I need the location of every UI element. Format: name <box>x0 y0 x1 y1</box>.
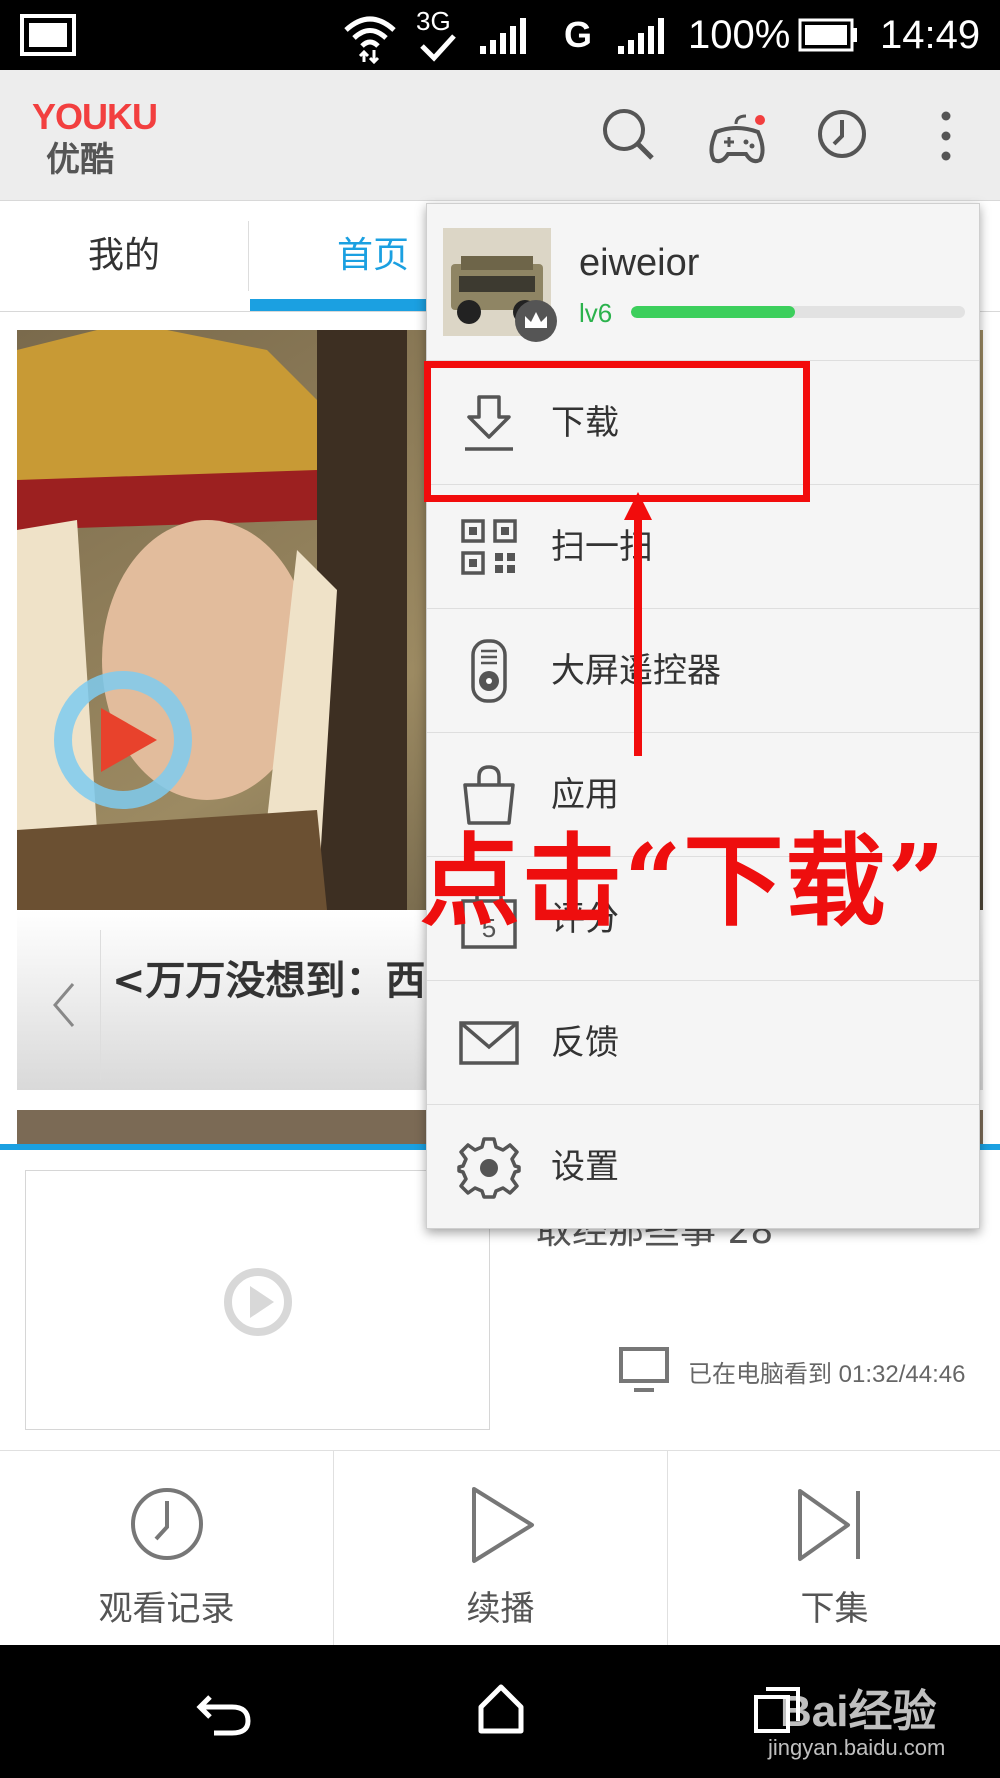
mail-icon <box>459 1021 519 1065</box>
check-icon <box>420 34 456 62</box>
resume-label: 续播 <box>466 1589 535 1629</box>
wifi-icon <box>344 16 396 64</box>
watermark-url: jingyan.baidu.com <box>768 1735 946 1760</box>
battery-icon <box>798 18 857 52</box>
menu-item-feedback-label: 反馈 <box>551 1023 619 1063</box>
menu-item-remote[interactable]: 大屏遥控器 <box>427 608 979 733</box>
history-clock-icon[interactable] <box>816 108 868 160</box>
menu-item-settings-label: 设置 <box>551 1147 619 1187</box>
network-g-label: G <box>564 14 593 55</box>
chevron-left-icon[interactable] <box>49 980 79 1030</box>
tab-mine[interactable]: 我的 <box>0 201 248 311</box>
annotation-highlight-box <box>424 361 810 502</box>
level-progress-bar <box>631 306 965 318</box>
user-profile-header[interactable]: eiweior lv6 <box>427 204 979 360</box>
signal-icon <box>480 18 526 54</box>
qr-scan-icon <box>461 519 517 575</box>
menu-item-feedback[interactable]: 反馈 <box>427 980 979 1105</box>
next-icon <box>798 1489 860 1561</box>
continue-thumbnail[interactable] <box>25 1170 490 1430</box>
logo-text-cn: 优酷 <box>46 140 114 180</box>
gear-icon <box>457 1137 521 1199</box>
clock-icon <box>131 1488 203 1560</box>
gallery-notification-icon <box>20 14 76 56</box>
history-label: 观看记录 <box>98 1589 235 1629</box>
history-action[interactable]: 观看记录 <box>0 1451 333 1646</box>
tab-active-indicator <box>250 299 430 311</box>
watermark-brand: Bai经验 <box>780 1687 937 1736</box>
home-icon[interactable] <box>476 1683 526 1735</box>
banner-caption: <万万没想到：西 <box>112 958 426 1004</box>
overflow-menu: eiweior lv6 下载 扫一扫 大屏遥控器 <box>426 203 980 1229</box>
annotation-text: 点击“下载” <box>420 822 948 940</box>
signal-icon-2 <box>618 18 664 54</box>
caption-divider <box>100 930 101 1080</box>
crown-badge-icon <box>515 300 557 342</box>
user-level: lv6 <box>579 298 613 328</box>
game-controller-icon[interactable] <box>706 110 768 166</box>
banner-play-button[interactable] <box>53 670 193 810</box>
menu-item-settings[interactable]: 设置 <box>427 1104 979 1229</box>
play-icon <box>472 1487 534 1563</box>
remote-control-icon <box>471 639 507 703</box>
system-nav-bar: Bai经验 jingyan.baidu.com <box>0 1645 1000 1778</box>
battery-percent: 100% <box>688 13 791 57</box>
annotation-arrow <box>624 492 652 756</box>
next-episode-action[interactable]: 下集 <box>668 1451 1000 1646</box>
resume-action[interactable]: 续播 <box>334 1451 667 1646</box>
status-bar: 3G G 100% 14:49 <box>0 0 1000 70</box>
menu-item-scan[interactable]: 扫一扫 <box>427 484 979 609</box>
play-placeholder-icon <box>224 1268 292 1336</box>
watch-progress-text: 已在电脑看到 01:32/44:46 <box>688 1361 966 1388</box>
search-icon[interactable] <box>600 106 656 162</box>
tab-home-label: 首页 <box>336 235 409 276</box>
computer-icon <box>619 1347 669 1392</box>
next-episode-label: 下集 <box>800 1589 869 1629</box>
level-progress-fill <box>631 306 795 318</box>
more-vert-icon[interactable] <box>938 110 954 162</box>
app-header: YOUKU 优酷 <box>0 70 1000 201</box>
username: eiweior <box>579 242 700 284</box>
clock-time: 14:49 <box>880 13 981 57</box>
tab-mine-label: 我的 <box>87 235 160 276</box>
back-icon[interactable] <box>196 1687 252 1737</box>
bottom-actions: 观看记录 续播 下集 <box>0 1450 1000 1646</box>
